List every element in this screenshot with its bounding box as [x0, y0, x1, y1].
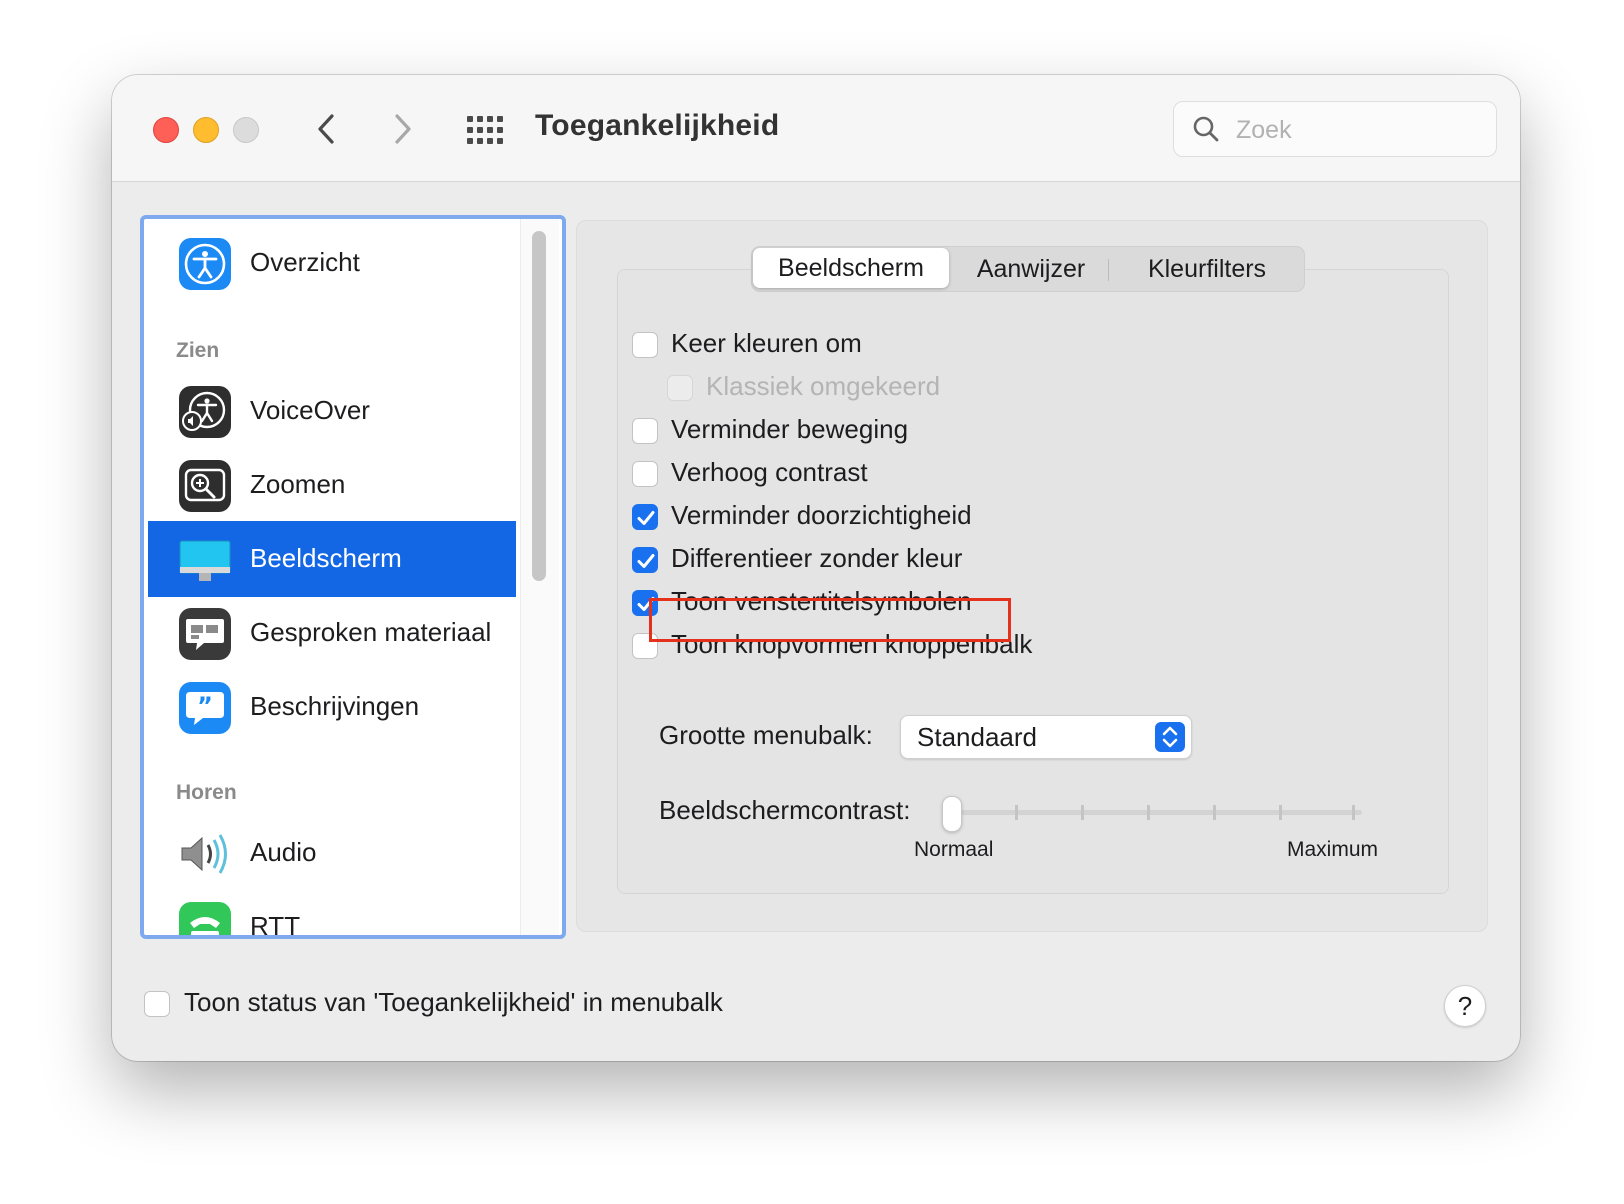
- slider-tick: [1015, 805, 1018, 820]
- grid-icon: [467, 116, 503, 144]
- sidebar-item-label: Gesproken materiaal: [250, 617, 492, 647]
- slider-min-label: Normaal: [914, 838, 994, 861]
- show-status-label: Toon status van 'Toegankelijkheid' in me…: [184, 987, 723, 1017]
- section-heading-see: Zien: [176, 339, 220, 362]
- option-label: Differentieer zonder kleur: [671, 543, 963, 573]
- sidebar-item-label: RTT: [250, 911, 301, 939]
- menubar-size-select[interactable]: Standaard: [900, 715, 1192, 759]
- sidebar-scroll-thumb[interactable]: [532, 231, 546, 581]
- display-contrast-label: Beeldschermcontrast:: [659, 795, 911, 825]
- voiceover-icon: [179, 386, 231, 438]
- slider-tick: [1279, 805, 1282, 820]
- slider-max-label: Maximum: [1287, 838, 1379, 861]
- tab-pointer[interactable]: Aanwijzer: [952, 247, 1110, 291]
- checkbox: [667, 375, 693, 401]
- option-label: Verhoog contrast: [671, 457, 868, 487]
- checkmark-icon: [637, 554, 655, 568]
- option-label: Verminder beweging: [671, 414, 909, 444]
- select-arrows-icon: [1155, 722, 1185, 752]
- option-label: Keer kleuren om: [671, 328, 862, 358]
- display-icon: [179, 540, 231, 581]
- checkmark-icon: [637, 511, 655, 525]
- sidebar-item-label: Audio: [250, 837, 317, 867]
- sidebar-item-descriptions[interactable]: ” Beschrijvingen: [148, 669, 516, 745]
- back-button[interactable]: [307, 109, 347, 149]
- highlight-box: [649, 598, 1011, 642]
- show-all-button[interactable]: [464, 113, 506, 147]
- show-status-checkbox[interactable]: [144, 991, 170, 1017]
- checkbox[interactable]: [632, 332, 658, 358]
- contrast-slider-track[interactable]: [952, 810, 1362, 815]
- zoom-button[interactable]: [233, 117, 259, 143]
- title-bar: Toegankelijkheid: [112, 75, 1520, 182]
- sidebar-item-label: Beschrijvingen: [250, 691, 420, 721]
- search-field[interactable]: [1173, 101, 1497, 157]
- chevron-right-icon: [395, 114, 411, 144]
- section-heading-hear: Horen: [176, 781, 237, 804]
- sidebar-item-label: Overzicht: [250, 247, 360, 277]
- sidebar-item-label: VoiceOver: [250, 395, 370, 425]
- slider-tick: [1213, 805, 1216, 820]
- window-title: Toegankelijkheid: [535, 109, 780, 142]
- checkbox[interactable]: [632, 418, 658, 444]
- option-label: Klassiek omgekeerd: [706, 371, 941, 401]
- tab-display[interactable]: Beeldscherm: [753, 248, 949, 288]
- tab-color-filters[interactable]: Kleurfilters: [1112, 247, 1302, 291]
- checkbox[interactable]: [632, 547, 658, 573]
- search-icon: [1193, 116, 1219, 142]
- speaker-icon: [181, 834, 227, 874]
- accessibility-icon: [179, 238, 231, 290]
- descriptions-icon: ”: [179, 682, 231, 734]
- menubar-size-label: Grootte menubalk:: [659, 720, 873, 750]
- close-button[interactable]: [153, 117, 179, 143]
- checkbox[interactable]: [632, 461, 658, 487]
- forward-button[interactable]: [382, 109, 422, 149]
- minimize-button[interactable]: [193, 117, 219, 143]
- chevron-left-icon: [318, 114, 334, 144]
- sidebar-item-audio[interactable]: Audio: [148, 815, 516, 891]
- preferences-window: Toegankelijkheid Overzicht Zien: [112, 75, 1520, 1061]
- help-button[interactable]: ?: [1444, 985, 1486, 1027]
- checkbox[interactable]: [632, 504, 658, 530]
- sidebar: Overzicht Zien VoiceOver Zoomen Beeldsch…: [140, 215, 566, 939]
- slider-tick: [1352, 805, 1355, 820]
- tab-bar: Beeldscherm Aanwijzer Kleurfilters: [751, 246, 1305, 292]
- rtt-phone-icon: [179, 902, 231, 935]
- sidebar-item-spoken-content[interactable]: Gesproken materiaal: [148, 595, 516, 671]
- sidebar-item-zoom[interactable]: Zoomen: [148, 447, 516, 523]
- slider-tick: [1147, 805, 1150, 820]
- sidebar-item-label: Beeldscherm: [250, 543, 402, 573]
- zoom-icon: [179, 460, 231, 512]
- contrast-slider-thumb[interactable]: [942, 796, 962, 832]
- sidebar-item-rtt[interactable]: RTT: [148, 889, 516, 939]
- slider-tick: [1081, 805, 1084, 820]
- sidebar-item-display[interactable]: Beeldscherm: [148, 521, 516, 597]
- svg-text:”: ”: [197, 692, 213, 720]
- spoken-content-icon: [179, 608, 231, 660]
- option-label: Verminder doorzichtigheid: [671, 500, 972, 530]
- sidebar-item-label: Zoomen: [250, 469, 346, 499]
- select-value: Standaard: [917, 722, 1037, 752]
- sidebar-item-overview[interactable]: Overzicht: [148, 225, 516, 301]
- sidebar-item-voiceover[interactable]: VoiceOver: [148, 373, 516, 449]
- search-input[interactable]: [1234, 110, 1488, 150]
- tab-divider: [1108, 259, 1109, 281]
